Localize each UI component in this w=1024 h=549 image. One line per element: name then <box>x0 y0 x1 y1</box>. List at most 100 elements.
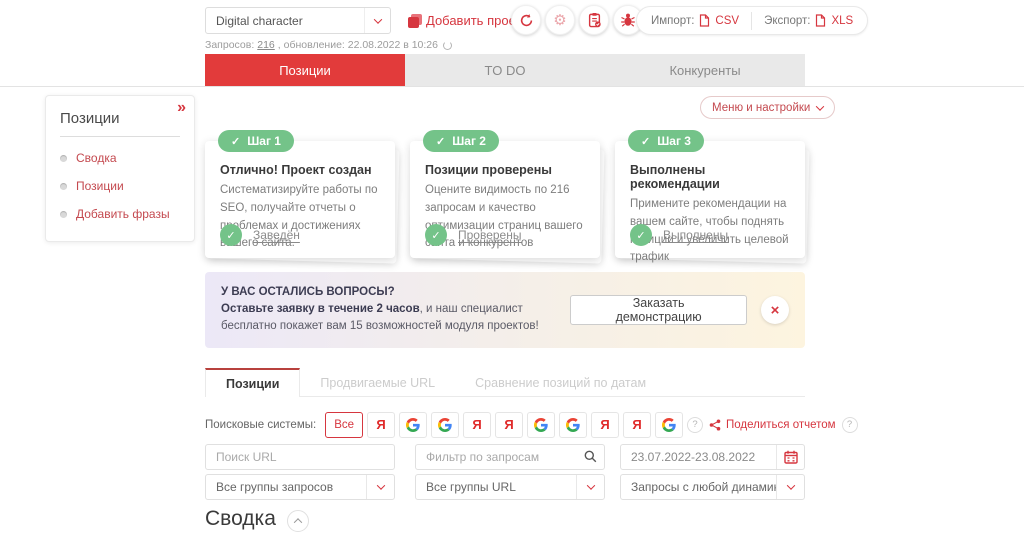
collapse-sidebar-icon[interactable]: » <box>177 100 186 116</box>
close-banner-button[interactable]: × <box>761 296 790 324</box>
yandex-icon: Я <box>472 417 482 432</box>
updated-text: , обновление: 22.08.2022 в 10:26 <box>277 39 438 51</box>
queries-label: Запросов: <box>205 39 255 51</box>
step-2-status: ✓ Проверены <box>425 224 522 246</box>
step-3-status: ✓ Выполнены <box>630 224 728 246</box>
engine-google-button[interactable] <box>527 411 556 438</box>
check-icon: ✓ <box>641 135 651 148</box>
banner-body: Оставьте заявку в течение 2 часов, и наш… <box>221 302 539 332</box>
step-3-status-link[interactable]: Выполнены <box>663 228 728 242</box>
check-icon: ✓ <box>231 135 241 148</box>
queries-count-link[interactable]: 216 <box>257 39 275 51</box>
step-1-status: ✓ Заведён <box>220 224 300 246</box>
query-filter-input[interactable] <box>415 444 605 470</box>
copy-icon <box>408 16 419 28</box>
engine-yandex-button[interactable]: Я <box>463 411 492 438</box>
dynamics-select[interactable]: Запросы с любой динамикой <box>620 474 805 500</box>
collapse-summary-button[interactable] <box>286 510 309 532</box>
search-url-input[interactable] <box>205 444 395 470</box>
project-select[interactable]: Digital character <box>205 7 391 34</box>
step-2-badge: ✓ Шаг 2 <box>423 130 499 152</box>
chevron-up-icon <box>293 518 303 527</box>
yandex-icon: Я <box>600 417 610 432</box>
calendar-button[interactable] <box>776 445 804 469</box>
step-3-title: Выполнены рекомендации <box>630 163 720 191</box>
export-label: Экспорт: <box>764 14 811 27</box>
menu-settings-button[interactable]: Меню и настройки <box>700 96 836 119</box>
calendar-icon <box>783 450 798 464</box>
yandex-icon: Я <box>632 417 642 432</box>
bullet-icon <box>60 210 67 218</box>
google-icon <box>662 417 676 432</box>
bullet-icon <box>60 182 67 190</box>
sidebar-item-summary[interactable]: Сводка <box>60 151 180 165</box>
step-1-badge: ✓ Шаг 1 <box>218 130 294 152</box>
gear-icon: ⚙ <box>553 10 567 29</box>
file-export-icon <box>816 14 826 27</box>
subtab-positions[interactable]: Позиции <box>205 368 301 397</box>
banner-title: У ВАС ОСТАЛИСЬ ВОПРОСЫ? <box>221 285 395 298</box>
banner-text: У ВАС ОСТАЛИСЬ ВОПРОСЫ? Оставьте заявку … <box>221 286 570 334</box>
google-icon <box>438 417 452 432</box>
tab-positions[interactable]: Позиции <box>205 54 405 86</box>
import-button[interactable]: Импорт: CSV <box>651 14 739 27</box>
engine-google-button[interactable] <box>655 411 684 438</box>
engine-yandex-button[interactable]: Я <box>591 411 620 438</box>
query-groups-select[interactable]: Все группы запросов <box>205 474 395 500</box>
engine-google-button[interactable] <box>431 411 460 438</box>
tab-competitors[interactable]: Конкуренты <box>605 54 805 86</box>
tab-divider-line <box>0 86 1024 87</box>
all-engines-button[interactable]: Все <box>325 411 364 438</box>
chevron-down-icon <box>776 475 804 499</box>
toolbar-icon-buttons: ⚙ <box>511 5 643 35</box>
sidebar-item-positions[interactable]: Позиции <box>60 179 180 193</box>
step-2-status-link[interactable]: Проверены <box>458 228 522 242</box>
refresh-button[interactable] <box>511 5 541 35</box>
step-card-2: ✓ Шаг 2 Позиции проверены Оцените видимо… <box>410 130 600 258</box>
close-icon: × <box>770 301 780 319</box>
subtab-promoted-urls[interactable]: Продвигаемые URL <box>300 368 455 397</box>
engine-yandex-button[interactable]: Я <box>623 411 652 438</box>
summary-heading: Сводка <box>205 507 276 530</box>
engine-google-button[interactable] <box>559 411 588 438</box>
settings-button[interactable]: ⚙ <box>545 5 575 35</box>
export-button[interactable]: Экспорт: XLS <box>764 14 853 27</box>
step-1-title: Отлично! Проект создан <box>220 163 372 177</box>
clipboard-check-icon <box>588 12 601 28</box>
refresh-small-icon[interactable] <box>443 40 452 50</box>
sidebar-positions-card: » Позиции Сводка Позиции Добавить фразы <box>45 95 195 242</box>
project-select-value: Digital character <box>216 13 303 28</box>
main-tab-bar: Позиции TO DO Конкуренты <box>205 54 805 86</box>
step-1-status-link[interactable]: Заведён <box>253 228 300 242</box>
tab-todo[interactable]: TO DO <box>405 54 605 86</box>
check-circle-icon: ✓ <box>425 224 447 246</box>
import-export-pill: Импорт: CSV Экспорт: XLS <box>636 6 869 35</box>
sidebar-item-add-phrases[interactable]: Добавить фразы <box>60 207 180 221</box>
step-card-3: ✓ Шаг 3 Выполнены рекомендации Примените… <box>615 130 805 263</box>
google-icon <box>406 417 420 432</box>
check-circle-icon: ✓ <box>630 224 652 246</box>
import-format: CSV <box>715 14 740 27</box>
help-icon[interactable]: ? <box>841 416 858 433</box>
step-2-title: Позиции проверены <box>425 163 552 177</box>
date-range-value: 23.07.2022-23.08.2022 <box>631 450 756 464</box>
share-report-link[interactable]: Поделиться отчетом <box>709 419 836 431</box>
check-icon: ✓ <box>436 135 446 148</box>
date-range-field[interactable]: 23.07.2022-23.08.2022 <box>620 444 805 470</box>
yandex-icon: Я <box>376 417 386 432</box>
export-format: XLS <box>831 14 854 27</box>
report-check-button[interactable] <box>579 5 609 35</box>
search-engine-list: ЯЯЯЯЯ <box>367 411 684 438</box>
subtab-compare-by-dates[interactable]: Сравнение позиций по датам <box>455 368 666 397</box>
search-icon <box>584 450 597 463</box>
sub-tab-bar: Позиции Продвигаемые URL Сравнение позиц… <box>205 368 805 397</box>
engine-google-button[interactable] <box>399 411 428 438</box>
add-project-button[interactable]: Добавить проект <box>408 13 528 28</box>
help-icon[interactable]: ? <box>687 416 704 433</box>
summary-section-header: Сводка <box>205 506 309 532</box>
url-groups-select[interactable]: Все группы URL <box>415 474 605 500</box>
bullet-icon <box>60 154 67 162</box>
order-demo-button[interactable]: Заказать демонстрацию <box>570 295 748 325</box>
engine-yandex-button[interactable]: Я <box>367 411 396 438</box>
engine-yandex-button[interactable]: Я <box>495 411 524 438</box>
